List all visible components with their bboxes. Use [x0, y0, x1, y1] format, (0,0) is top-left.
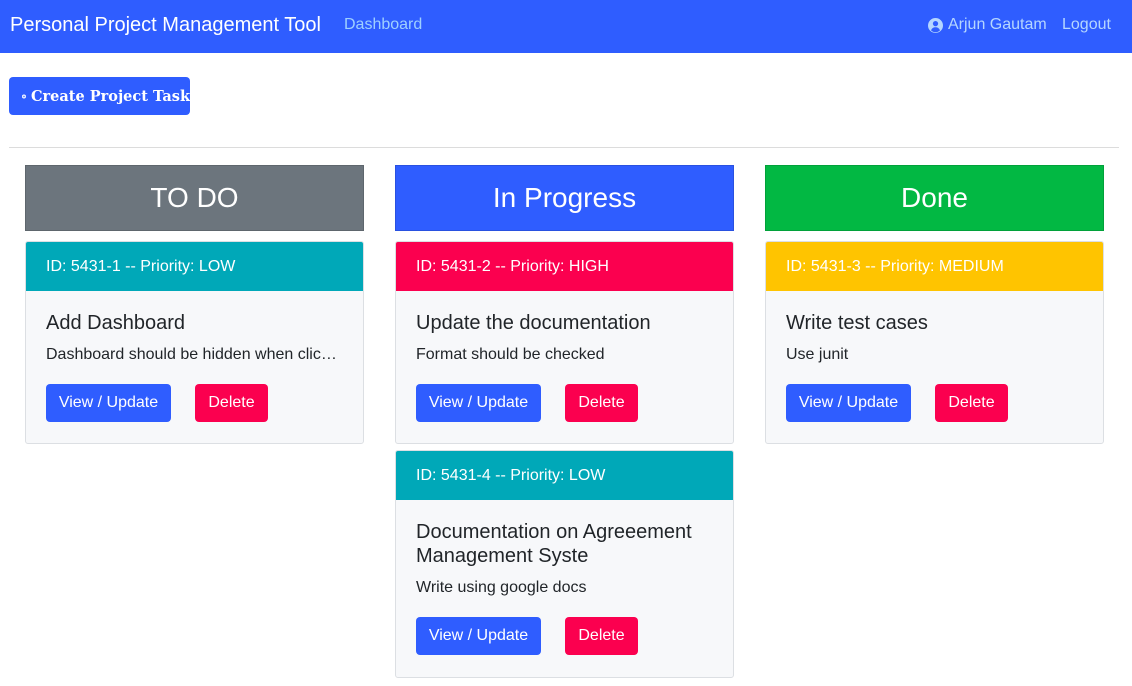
- user-link[interactable]: Arjun Gautam: [928, 16, 1047, 34]
- divider: [9, 147, 1119, 148]
- delete-button[interactable]: Delete: [565, 384, 638, 422]
- user-name: Arjun Gautam: [948, 16, 1047, 33]
- task-card: ID: 5431-1 -- Priority: LOW Add Dashboar…: [25, 241, 364, 444]
- column-header-todo: TO DO: [25, 165, 364, 231]
- task-card-header: ID: 5431-4 -- Priority: LOW: [396, 451, 733, 500]
- brand-title[interactable]: Personal Project Management Tool: [10, 14, 321, 37]
- create-project-task-button[interactable]: Create Project Task: [9, 77, 190, 115]
- task-card-header: ID: 5431-1 -- Priority: LOW: [26, 242, 363, 291]
- task-title: Documentation on Agreeement Management S…: [416, 521, 692, 567]
- task-title: Add Dashboard: [46, 312, 185, 334]
- plus-circle-icon: [22, 94, 26, 98]
- column-header-in-progress: In Progress: [395, 165, 734, 231]
- view-update-button[interactable]: View / Update: [786, 384, 911, 422]
- create-project-task-label: Create Project Task: [30, 87, 190, 105]
- task-card-header: ID: 5431-3 -- Priority: MEDIUM: [766, 242, 1103, 291]
- navbar: Personal Project Management Tool Dashboa…: [0, 0, 1132, 53]
- user-circle-icon: [928, 17, 943, 33]
- delete-button[interactable]: Delete: [565, 617, 638, 655]
- view-update-button[interactable]: View / Update: [46, 384, 171, 422]
- view-update-button[interactable]: View / Update: [416, 384, 541, 422]
- task-description: Dashboard should be hidden when clicked: [46, 346, 343, 363]
- task-card: ID: 5431-2 -- Priority: HIGH Update the …: [395, 241, 734, 444]
- task-card-header: ID: 5431-2 -- Priority: HIGH: [396, 242, 733, 291]
- column-header-done: Done: [765, 165, 1104, 231]
- task-card: ID: 5431-4 -- Priority: LOW Documentatio…: [395, 450, 734, 678]
- dashboard-link[interactable]: Dashboard: [344, 16, 422, 34]
- delete-button[interactable]: Delete: [935, 384, 1008, 422]
- view-update-button[interactable]: View / Update: [416, 617, 541, 655]
- task-description: Format should be checked: [416, 346, 605, 363]
- task-card: ID: 5431-3 -- Priority: MEDIUM Write tes…: [765, 241, 1104, 444]
- task-title: Update the documentation: [416, 312, 651, 334]
- task-description: Use junit: [786, 346, 849, 363]
- logout-link[interactable]: Logout: [1062, 16, 1111, 34]
- task-description: Write using google docs: [416, 579, 587, 596]
- delete-button[interactable]: Delete: [195, 384, 268, 422]
- task-title: Write test cases: [786, 312, 928, 334]
